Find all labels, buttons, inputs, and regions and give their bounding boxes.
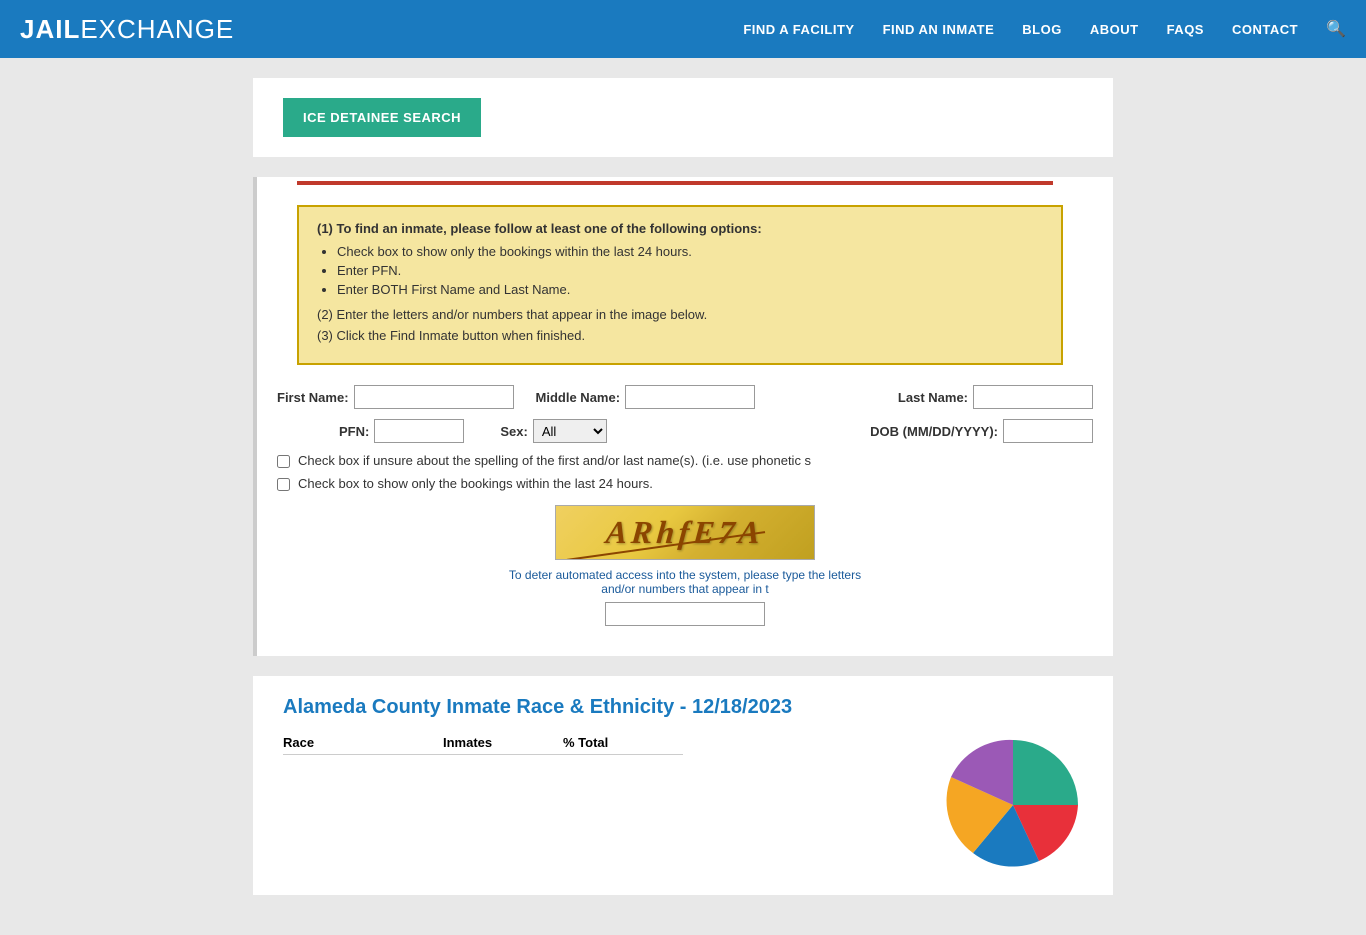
captcha-image: ARhfE7A	[555, 505, 815, 560]
nav-about[interactable]: ABOUT	[1090, 22, 1139, 37]
inmate-search-card: (1) To find an inmate, please follow at …	[253, 177, 1113, 656]
chart-table-header: Race Inmates % Total	[283, 735, 683, 755]
last24-checkbox[interactable]	[277, 478, 290, 491]
instructions-section: (1) To find an inmate, please follow at …	[257, 205, 1113, 365]
chart-col-race-header: Race	[283, 735, 443, 750]
last-name-input[interactable]	[973, 385, 1093, 409]
logo-jail-text: JAIL	[20, 14, 80, 45]
chart-card: Alameda County Inmate Race & Ethnicity -…	[253, 676, 1113, 895]
site-logo[interactable]: JAIL EXCHANGE	[20, 14, 234, 45]
captcha-input[interactable]	[605, 602, 765, 626]
pfn-input[interactable]	[374, 419, 464, 443]
phonetic-checkbox-row: Check box if unsure about the spelling o…	[257, 453, 1113, 468]
instruction-bullet-1: Check box to show only the bookings with…	[337, 244, 1043, 259]
pie-slice-1	[1013, 740, 1078, 805]
dob-input[interactable]	[1003, 419, 1093, 443]
captcha-note: To deter automated access into the syste…	[505, 568, 865, 596]
instructions-box: (1) To find an inmate, please follow at …	[297, 205, 1063, 365]
pie-chart	[943, 735, 1083, 875]
chart-title: Alameda County Inmate Race & Ethnicity -…	[283, 696, 1083, 719]
captcha-text: ARhfE7A	[604, 514, 765, 551]
last24-checkbox-label: Check box to show only the bookings with…	[298, 476, 653, 491]
sex-group: Sex: All Male Female	[500, 419, 606, 443]
first-name-group: First Name:	[277, 385, 514, 409]
middle-name-input[interactable]	[625, 385, 755, 409]
last-name-group: Last Name:	[898, 385, 1093, 409]
dob-group: DOB (MM/DD/YYYY):	[870, 419, 1093, 443]
phonetic-checkbox[interactable]	[277, 455, 290, 468]
middle-name-group: Middle Name:	[536, 385, 756, 409]
pfn-group: PFN:	[339, 419, 464, 443]
first-name-input[interactable]	[354, 385, 514, 409]
dob-label: DOB (MM/DD/YYYY):	[870, 424, 998, 439]
instruction-bullet-3: Enter BOTH First Name and Last Name.	[337, 282, 1043, 297]
instructions-step1: (1) To find an inmate, please follow at …	[317, 221, 1043, 236]
phonetic-checkbox-label: Check box if unsure about the spelling o…	[298, 453, 811, 468]
ice-detainee-card: ICE DETAINEE SEARCH	[253, 78, 1113, 157]
logo-exchange-text: EXCHANGE	[80, 14, 234, 45]
instructions-list: Check box to show only the bookings with…	[337, 244, 1043, 297]
instruction-bullet-2: Enter PFN.	[337, 263, 1043, 278]
nav-blog[interactable]: BLOG	[1022, 22, 1062, 37]
page-content: ICE DETAINEE SEARCH (1) To find an inmat…	[253, 58, 1113, 935]
pfn-sex-dob-row: PFN: Sex: All Male Female DOB (MM/DD/YYY…	[257, 419, 1113, 443]
sex-label: Sex:	[500, 424, 527, 439]
nav-find-facility[interactable]: FIND A FACILITY	[743, 22, 854, 37]
ice-detainee-search-button[interactable]: ICE DETAINEE SEARCH	[283, 98, 481, 137]
captcha-section: ARhfE7A To deter automated access into t…	[257, 505, 1113, 626]
chart-container: Race Inmates % Total	[283, 735, 1083, 875]
instructions-step2: (2) Enter the letters and/or numbers tha…	[317, 307, 1043, 322]
sex-select[interactable]: All Male Female	[533, 419, 607, 443]
name-fields-row: First Name: Middle Name: Last Name:	[257, 385, 1113, 409]
nav-contact[interactable]: CONTACT	[1232, 22, 1298, 37]
first-name-label: First Name:	[277, 390, 349, 405]
nav-find-inmate[interactable]: FIND AN INMATE	[883, 22, 995, 37]
middle-name-label: Middle Name:	[536, 390, 621, 405]
top-border-decoration	[297, 181, 1053, 185]
site-header: JAIL EXCHANGE FIND A FACILITY FIND AN IN…	[0, 0, 1366, 58]
header-search-button[interactable]: 🔍	[1326, 19, 1346, 39]
chart-col-inmates-header: Inmates	[443, 735, 563, 750]
instructions-step3: (3) Click the Find Inmate button when fi…	[317, 328, 1043, 343]
pfn-label: PFN:	[339, 424, 369, 439]
chart-table: Race Inmates % Total	[283, 735, 683, 759]
main-nav: FIND A FACILITY FIND AN INMATE BLOG ABOU…	[743, 19, 1346, 39]
chart-col-pct-header: % Total	[563, 735, 683, 750]
last24-checkbox-row: Check box to show only the bookings with…	[257, 476, 1113, 491]
last-name-label: Last Name:	[898, 390, 968, 405]
nav-faqs[interactable]: FAQs	[1167, 22, 1204, 37]
